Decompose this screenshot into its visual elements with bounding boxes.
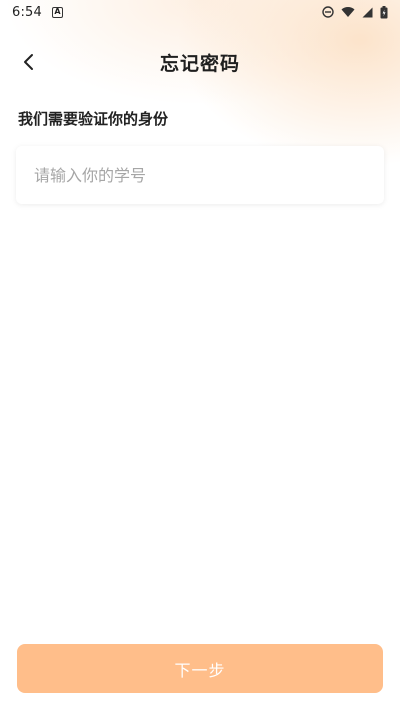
- notification-a-icon: A: [52, 6, 63, 18]
- student-id-card: [16, 146, 384, 204]
- next-step-button[interactable]: 下一步: [17, 644, 383, 693]
- battery-icon: [380, 5, 388, 18]
- cell-signal-icon: [362, 7, 373, 17]
- background-glow: [0, 0, 400, 260]
- verify-identity-label: 我们需要验证你的身份: [18, 110, 169, 128]
- forgot-password-screen: 6:54 A 忘记密码 我们需要验证你的身份 请输入你的学号 下一步: [0, 0, 400, 711]
- page-title: 忘记密码: [159, 53, 240, 75]
- student-id-input[interactable]: [16, 146, 384, 204]
- status-left: 6:54 A: [12, 5, 63, 20]
- do-not-disturb-icon: [322, 6, 334, 18]
- wifi-icon: [341, 7, 355, 18]
- status-bar: 6:54 A: [0, 0, 400, 24]
- status-time: 6:54: [12, 4, 42, 20]
- header: 忘记密码: [0, 40, 400, 84]
- status-right: [322, 5, 388, 19]
